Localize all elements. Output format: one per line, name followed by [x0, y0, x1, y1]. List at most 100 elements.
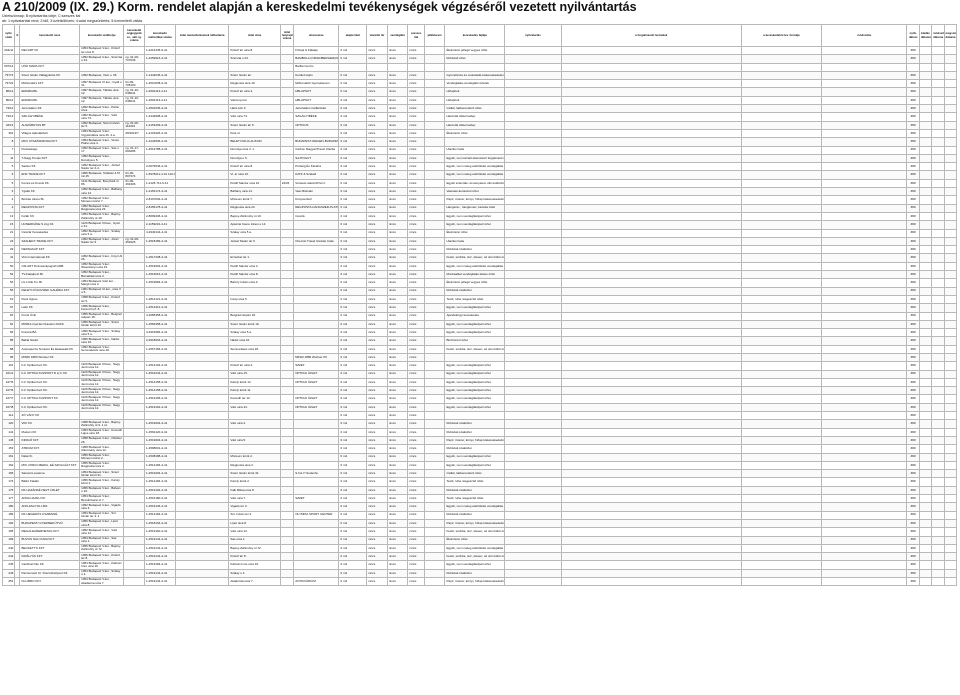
table-cell [279, 294, 295, 305]
table-cell [943, 112, 958, 122]
table-cell: F-F OPTIKA KOZPONT Kft [19, 394, 81, 404]
table-row: 42/13 ALSZÁRNYAS BT. 1052 Budapest, Szent … [1, 120, 958, 130]
table-cell [174, 477, 230, 487]
table-cell [918, 543, 933, 554]
table-cell: nincs [407, 137, 425, 147]
table-cell [279, 377, 295, 388]
table-cell: nincs [386, 228, 409, 238]
table-cell: Élelmiszer jellegű vegyes üzlet [444, 45, 506, 56]
table-cell: nincs [386, 477, 409, 487]
table-cell [423, 518, 446, 529]
table-cell [279, 137, 295, 147]
table-cell: nincs [366, 95, 388, 106]
table-cell: 1056 Budapest V.ker., Szalay utca 5 a. [79, 328, 125, 338]
table-cell [504, 269, 562, 280]
table-cell [740, 228, 823, 238]
table-cell: 1-2519004-4-41 [144, 435, 176, 446]
table-cell: 1054 Budapest Váci ker., Margit utca 3. [79, 278, 125, 288]
table-cell [123, 319, 145, 330]
table-cell: SZZET [293, 361, 340, 371]
table-cell [918, 203, 933, 213]
table-cell: nincs [407, 203, 425, 213]
table-cell [279, 54, 295, 64]
table-cell [560, 452, 742, 462]
table-cell: ### [906, 328, 920, 338]
table-cell [279, 253, 295, 263]
table-cell [279, 195, 295, 205]
table-cell: nincs [366, 427, 388, 437]
table-cell [123, 352, 145, 363]
table-cell [740, 369, 823, 379]
table-cell: 101 [1, 361, 16, 371]
table-row: 83 Francia BÁ 1056 Budapest V.ker., Szalay… [1, 328, 958, 338]
table-cell [918, 386, 933, 396]
table-cell [740, 535, 823, 545]
table-cell [504, 195, 562, 205]
table-cell [740, 477, 823, 487]
table-cell [821, 162, 908, 172]
table-cell [931, 344, 945, 355]
table-cell [504, 328, 562, 338]
table-cell [423, 369, 446, 379]
table-cell [279, 477, 295, 487]
table-row: 81 Fronti Ámb 1056 Budapest V.ker., Belgra… [1, 311, 958, 321]
table-cell: 01-09-464306 [123, 178, 145, 189]
table-cell [123, 153, 145, 164]
table-cell: ### [906, 236, 920, 247]
table-cell: OPTIKAI ÜZLET [293, 394, 340, 404]
table-cell: Világos Ajándékbolt [19, 128, 81, 139]
table-cell: ### [906, 427, 920, 437]
table-cell [279, 245, 295, 255]
table-cell [293, 560, 340, 570]
table-cell [174, 195, 230, 205]
table-cell [821, 261, 908, 272]
table-cell: Váci utca 2. [228, 419, 281, 429]
table-cell [740, 427, 823, 437]
table-cell: 1056 Budapest V.ker., Bajcsy-Zsilinszky … [79, 543, 125, 554]
table-cell [504, 494, 562, 504]
table-cell [560, 377, 742, 388]
table-cell [423, 261, 446, 272]
table-cell [174, 336, 230, 346]
table-row: 29 DERNAKAP KFT 0 m2 nincs nincs nincs Ruházat… [1, 245, 958, 255]
table-cell: Kristóf tér utca 8. [228, 45, 281, 56]
table-cell: Kollár Kft. [19, 211, 81, 222]
table-cell: nincs [407, 477, 425, 487]
table-cell [821, 568, 908, 579]
table-cell: 0 m2 [338, 361, 368, 371]
table-cell [228, 411, 281, 421]
table-cell: nincs [407, 336, 425, 346]
table-cell [931, 236, 945, 247]
table-cell [821, 352, 908, 363]
table-cell: 0 m2 [338, 104, 368, 114]
table-cell [943, 95, 958, 106]
table-cell [931, 128, 945, 139]
table-cell [423, 477, 446, 487]
table-cell [918, 45, 933, 56]
table-cell [279, 104, 295, 114]
table-cell: nincs [386, 377, 409, 388]
table-cell: 79722 [1, 79, 16, 89]
table-cell [174, 294, 230, 305]
table-cell: nincs [366, 328, 388, 338]
table-cell [821, 195, 908, 205]
table-cell: Egyéb szamítás: és kényelem olló leütköz… [444, 178, 506, 189]
register-table-container: nyilv. szám Ekereskedő neve kereskedő szék… [1, 24, 958, 587]
table-cell [279, 261, 295, 272]
table-cell [918, 128, 933, 139]
table-cell [123, 402, 145, 413]
table-cell [740, 211, 823, 222]
table-cell: nincs [386, 494, 409, 504]
table-cell [560, 344, 742, 355]
table-row: 189 DK HEGEDÜS CSABAINÉ 1054 Budapest V.ke… [1, 510, 958, 520]
table-row: 249 Pannonoszi Kt. Szervizközpont Kft. 105… [1, 568, 958, 579]
table-cell [931, 178, 945, 189]
table-cell [821, 552, 908, 562]
table-cell [931, 352, 945, 363]
table-cell: nincs [407, 286, 425, 296]
table-cell [279, 203, 295, 213]
table-cell: 6 [1, 170, 16, 180]
table-row: 242 KIRÁLYÁS KFT. 1056 Budapest V.ker., Kr… [1, 552, 958, 562]
table-cell: nincs [407, 361, 425, 371]
table-cell [943, 460, 958, 471]
